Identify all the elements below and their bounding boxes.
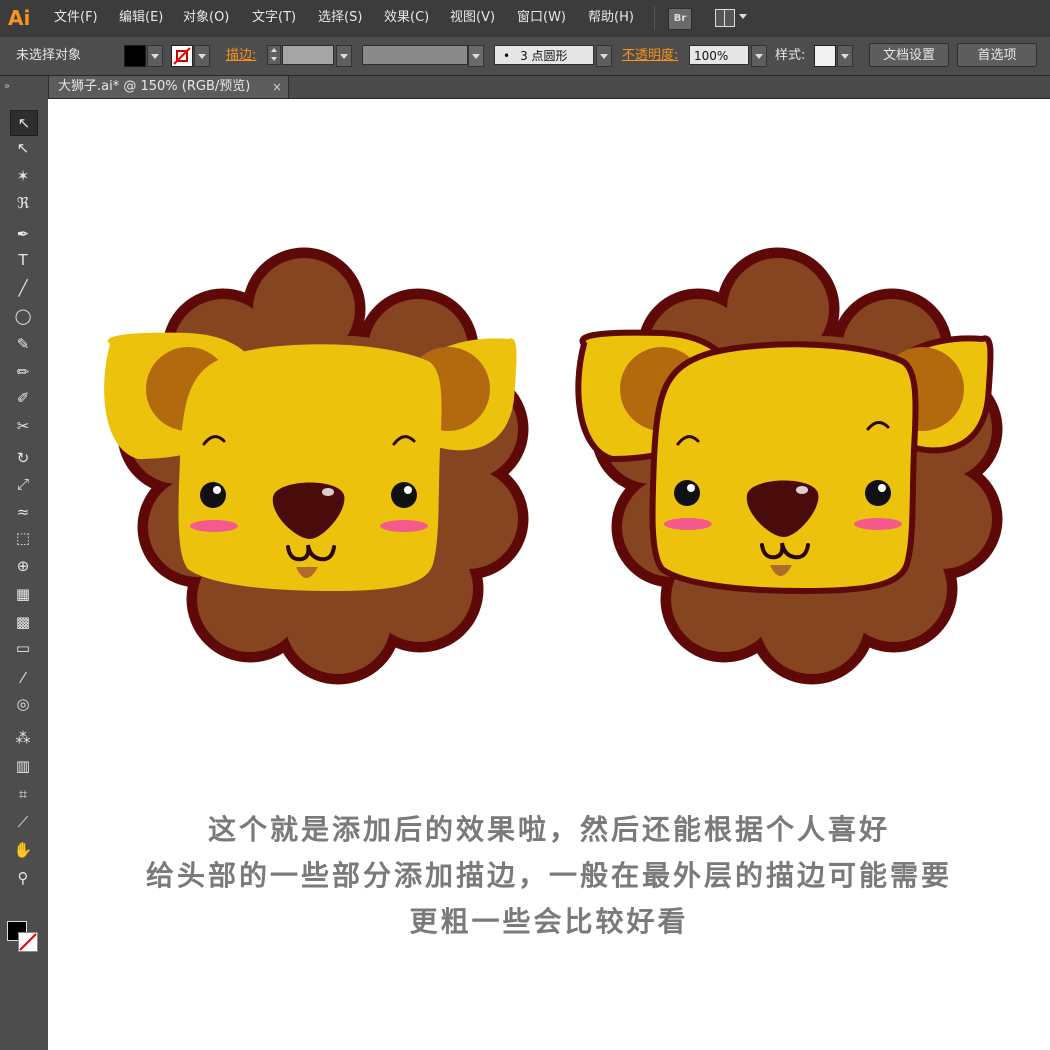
variable-width-dropdown[interactable]	[468, 45, 484, 67]
zoom-tool-icon[interactable]: ⚲	[10, 866, 36, 890]
artboard-canvas[interactable]: 这个就是添加后的效果啦，然后还能根据个人喜好 给头部的一些部分添加描边，一般在最…	[48, 99, 1050, 1050]
selection-tool-icon[interactable]: ↖	[10, 110, 38, 136]
menu-effect[interactable]: 效果(C)	[384, 8, 429, 28]
caption-line-3: 更粗一些会比较好看	[409, 905, 689, 938]
menu-help[interactable]: 帮助(H)	[588, 8, 634, 28]
no-stroke-icon	[173, 47, 191, 65]
document-tab[interactable]: 大狮子.ai* @ 150% (RGB/预览) ×	[48, 76, 289, 98]
free-transform-tool-icon[interactable]: ⬚	[10, 526, 36, 550]
stroke-dropdown[interactable]	[194, 45, 210, 67]
bridge-button[interactable]: Br	[668, 8, 692, 30]
opacity-field[interactable]: 100%	[689, 45, 749, 65]
stroke-weight-spinner[interactable]	[267, 45, 281, 65]
rotate-tool-icon[interactable]: ↻	[10, 446, 36, 470]
fill-dropdown[interactable]	[147, 45, 163, 67]
control-bar: 未选择对象 描边: • 3 点圆形 不透明度: 100% 样式: 文档设置 首选项	[0, 37, 1050, 76]
artboard-tool-icon[interactable]: ⌗	[10, 782, 36, 806]
shape-builder-tool-icon[interactable]: ⊕	[10, 554, 36, 578]
ellipse-tool-icon[interactable]: ◯	[10, 304, 36, 328]
pencil-tool-icon[interactable]: ✏	[10, 360, 36, 384]
eyedropper-tool-icon[interactable]: ⁄	[10, 666, 36, 690]
gradient-tool-icon[interactable]: ▭	[10, 636, 36, 660]
selection-status: 未选择对象	[16, 48, 82, 63]
menu-select[interactable]: 选择(S)	[318, 8, 362, 28]
symbol-sprayer-tool-icon[interactable]: ⁂	[10, 726, 36, 750]
stroke-weight-field[interactable]	[282, 45, 334, 65]
scale-tool-icon[interactable]: ⤢	[10, 472, 36, 496]
line-segment-tool-icon[interactable]: ╱	[10, 276, 36, 300]
lion-left	[104, 247, 529, 685]
menu-bar: Ai 文件(F) 编辑(E) 对象(O) 文字(T) 选择(S) 效果(C) 视…	[0, 0, 1050, 38]
brush-dot-icon: •	[503, 49, 511, 63]
perspective-grid-tool-icon[interactable]: ▦	[10, 582, 36, 606]
blend-tool-icon[interactable]: ◎	[10, 692, 36, 716]
stroke-swatch[interactable]	[171, 45, 193, 67]
opacity-dropdown[interactable]	[751, 45, 767, 67]
stroke-weight-dropdown[interactable]	[336, 45, 352, 67]
style-dropdown[interactable]	[837, 45, 853, 67]
document-setup-button[interactable]: 文档设置	[869, 43, 949, 67]
menu-edit[interactable]: 编辑(E)	[119, 8, 163, 28]
magic-wand-tool-icon[interactable]: ✶	[10, 164, 36, 188]
menu-window[interactable]: 窗口(W)	[517, 8, 566, 28]
tools-panel: ↖ ↖ ✶ ℜ ✒ T ╱ ◯ ✎ ✏ ✐ ✂ ↻ ⤢ ≈ ⬚ ⊕ ▦ ▩ ▭ ⁄ ◎ ⁂ ▥ ⌗ ⟋ ✋ ⚲	[0, 76, 49, 1050]
paintbrush-tool-icon[interactable]: ✎	[10, 332, 36, 356]
lion-right	[575, 247, 1003, 685]
style-swatch[interactable]	[814, 45, 836, 67]
menu-file[interactable]: 文件(F)	[54, 8, 98, 28]
illustrator-logo: Ai	[8, 6, 31, 30]
brush-definition-field[interactable]: • 3 点圆形	[494, 45, 594, 65]
style-label: 样式:	[775, 48, 806, 63]
document-tab-title: 大狮子.ai* @ 150% (RGB/预览)	[58, 79, 251, 94]
caption-line-2: 给头部的一些部分添加描边，一般在最外层的描边可能需要	[145, 859, 952, 892]
brush-dropdown[interactable]	[596, 45, 612, 67]
preferences-button[interactable]: 首选项	[957, 43, 1037, 67]
pen-tool-icon[interactable]: ✒	[10, 222, 36, 246]
scissors-tool-icon[interactable]: ✂	[10, 414, 36, 438]
menu-view[interactable]: 视图(V)	[450, 8, 495, 28]
hand-tool-icon[interactable]: ✋	[10, 838, 36, 862]
slice-tool-icon[interactable]: ⟋	[10, 810, 36, 834]
menu-type[interactable]: 文字(T)	[252, 8, 296, 28]
fill-swatch[interactable]	[124, 45, 146, 67]
warp-tool-icon[interactable]: ≈	[10, 500, 36, 524]
menu-separator	[654, 6, 655, 30]
caption-line-1: 这个就是添加后的效果啦，然后还能根据个人喜好	[207, 813, 890, 846]
document-tab-bar: 大狮子.ai* @ 150% (RGB/预览) ×	[48, 76, 1050, 99]
close-tab-icon[interactable]: ×	[272, 79, 282, 95]
stroke-label[interactable]: 描边:	[226, 47, 256, 65]
variable-width-field[interactable]	[362, 45, 468, 65]
collapse-panel-icon[interactable]: »	[4, 78, 44, 96]
menu-object[interactable]: 对象(O)	[183, 8, 229, 28]
column-graph-tool-icon[interactable]: ▥	[10, 754, 36, 778]
toolbar-stroke-swatch[interactable]	[18, 932, 38, 952]
opacity-label[interactable]: 不透明度:	[622, 47, 678, 65]
lasso-tool-icon[interactable]: ℜ	[10, 191, 36, 215]
direct-selection-tool-icon[interactable]: ↖	[10, 136, 36, 160]
arrange-documents-icon[interactable]	[713, 8, 749, 28]
type-tool-icon[interactable]: T	[10, 248, 36, 272]
mesh-tool-icon[interactable]: ▩	[10, 610, 36, 634]
brush-label: 3 点圆形	[520, 49, 568, 63]
blob-brush-tool-icon[interactable]: ✐	[10, 386, 36, 410]
